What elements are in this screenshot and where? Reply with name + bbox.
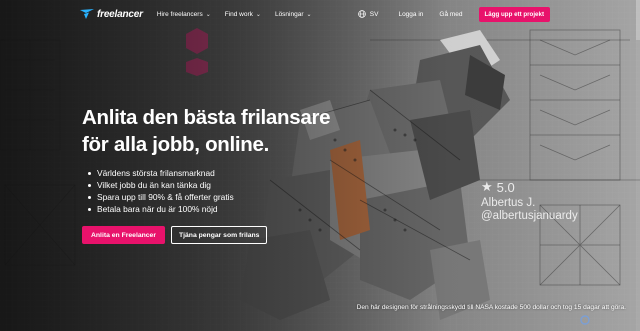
rating-score-row: ★ 5.0: [481, 179, 578, 195]
language-label: SV: [369, 10, 379, 18]
language-selector[interactable]: SV: [357, 10, 379, 18]
freelancer-logo[interactable]: freelancer: [80, 9, 143, 20]
signup-label: Gå med: [439, 10, 463, 18]
scrollbar-thumb[interactable]: [636, 0, 640, 40]
chevron-down-icon: ⌄: [306, 11, 312, 18]
freelancer-name: Albertus J.: [481, 197, 536, 209]
bullet-icon: [88, 207, 91, 211]
hero-section: [0, 0, 640, 331]
page-scrollbar[interactable]: [636, 0, 640, 331]
nav-hire-freelancers[interactable]: Hire freelancers ⌄: [157, 11, 211, 18]
hero-overlay: [0, 0, 640, 331]
nav-solutions-label: Lösningar: [274, 10, 304, 18]
chevron-down-icon: ⌄: [205, 11, 211, 18]
top-navigation: freelancer Hire freelancers ⌄ Find work …: [0, 0, 640, 28]
list-item: Betala bara när du är 100% nöjd: [88, 203, 234, 215]
hero-headline: Anlita den bästa frilansare för alla job…: [82, 104, 362, 158]
nav-right-group: SV Logga in Gå med Lägg upp ett projekt: [357, 6, 632, 22]
benefit-text: Världens största frilansmarknad: [97, 168, 215, 178]
earn-money-button[interactable]: Tjäna pengar som frilans: [170, 226, 268, 244]
chevron-down-icon: ⌄: [255, 11, 261, 18]
bullet-icon: [88, 171, 91, 175]
signup-link[interactable]: Gå med: [439, 11, 462, 18]
logo-text: freelancer: [97, 8, 143, 20]
benefit-text: Vilket jobb du än kan tänka dig: [97, 180, 211, 190]
rating-score: 5.0: [496, 179, 515, 195]
login-label: Logga in: [398, 10, 424, 18]
nav-hire-freelancers-label: Hire freelancers: [156, 10, 203, 18]
benefit-text: Betala bara när du är 100% nöjd: [97, 204, 218, 214]
benefit-list: Världens största frilansmarknad Vilket j…: [88, 167, 234, 215]
bird-logo-icon: [80, 9, 94, 19]
nav-solutions[interactable]: Lösningar ⌄: [275, 11, 312, 18]
nav-find-work-label: Find work: [224, 10, 253, 18]
hero-caption: Den här designen för strålningsskydd til…: [356, 304, 626, 311]
nav-find-work[interactable]: Find work ⌄: [225, 11, 261, 18]
bullet-icon: [88, 195, 91, 199]
post-project-button[interactable]: Lägg upp ett projekt: [478, 6, 550, 22]
headline-line-2: för alla jobb, online.: [82, 133, 270, 156]
list-item: Vilket jobb du än kan tänka dig: [88, 179, 234, 191]
benefit-text: Spara upp till 90% & få offerter gratis: [97, 192, 234, 202]
freelancer-handle[interactable]: @albertusjanuardy: [481, 210, 578, 222]
list-item: Världens största frilansmarknad: [88, 167, 234, 179]
bullet-icon: [88, 183, 91, 187]
featured-rating-card: ★ 5.0 Albertus J. @albertusjanuardy: [481, 179, 578, 222]
list-item: Spara upp till 90% & få offerter gratis: [88, 191, 234, 203]
hire-freelancer-button[interactable]: Anlita en Freelancer: [82, 226, 165, 244]
recaptcha-badge-icon[interactable]: [580, 315, 590, 325]
cta-group: Anlita en Freelancer Tjäna pengar som fr…: [82, 226, 268, 244]
globe-icon: [357, 10, 366, 18]
star-icon: ★: [481, 179, 493, 194]
headline-line-1: Anlita den bästa frilansare: [82, 106, 331, 129]
login-link[interactable]: Logga in: [398, 11, 423, 18]
